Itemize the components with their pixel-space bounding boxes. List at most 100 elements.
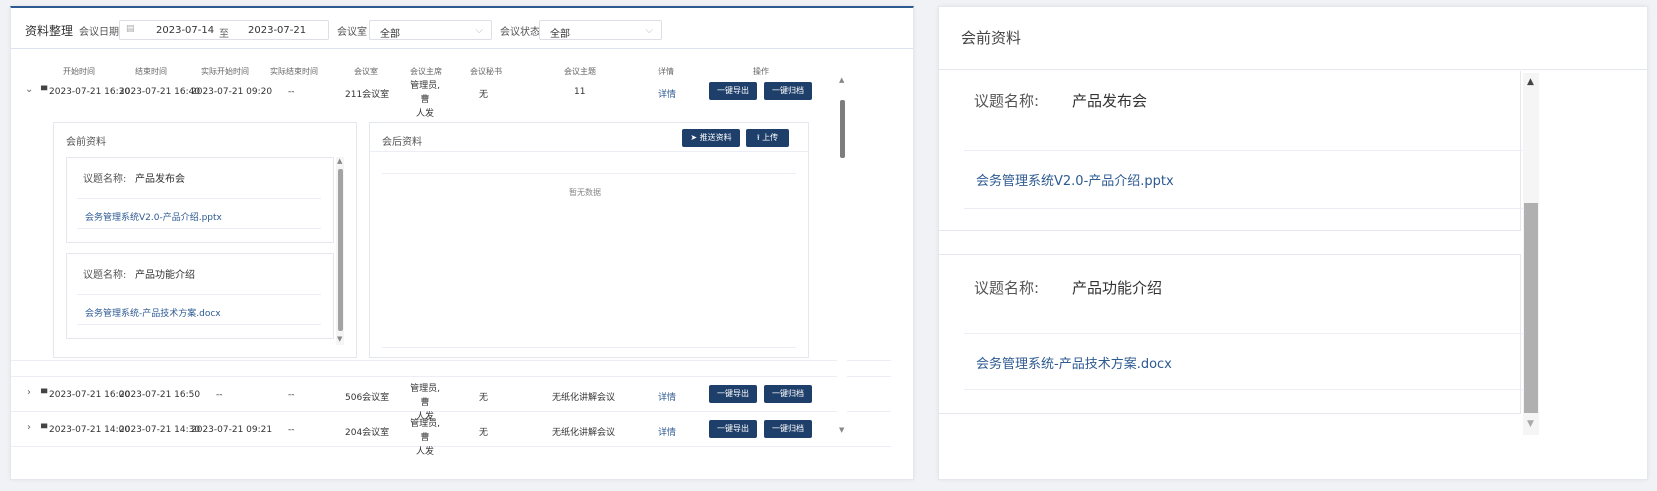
agenda-item: 议题名称: 产品功能介绍 会务管理系统-产品技术方案.docx	[939, 254, 1528, 414]
table-row[interactable]: ⌄ ▀ 2023-07-21 16:30 2023-07-21 16:40 20…	[11, 74, 891, 119]
divider	[77, 324, 321, 325]
scroll-thumb[interactable]	[1524, 203, 1538, 413]
chevron-down-icon[interactable]: ⌄	[25, 84, 33, 95]
agenda-name: 产品发布会	[135, 174, 185, 185]
detail-link[interactable]: 详情	[658, 425, 676, 438]
zoom-scrollbar[interactable]: ▲ ▼	[1523, 73, 1539, 435]
file-link[interactable]: 会务管理系统-产品技术方案.docx	[85, 306, 221, 319]
cell-actual-end: --	[288, 390, 295, 400]
cell-chair-line1: 管理员,曹	[410, 419, 440, 443]
room-select[interactable]: 全部 ⌵	[369, 20, 492, 40]
archive-button[interactable]: 一键归档	[764, 82, 812, 100]
pre-meeting-title: 会前资料	[66, 137, 106, 148]
date-end[interactable]: 2023-07-21	[248, 25, 306, 36]
cell-secretary: 无	[479, 393, 489, 403]
export-button[interactable]: 一键导出	[709, 420, 757, 438]
push-materials-label: 推送资料	[699, 133, 732, 142]
table-row[interactable]: › ▀ 2023-07-21 16:00 2023-07-21 16:50 --…	[11, 376, 891, 422]
status-label: 会议状态	[500, 27, 540, 38]
agenda-label: 议题名称:	[974, 279, 1040, 297]
monitor-icon: ▀	[41, 424, 48, 433]
date-range-picker[interactable]: ▤ 2023-07-14 至 2023-07-21	[119, 20, 329, 40]
date-separator: 至	[219, 29, 229, 40]
table-row[interactable]: › ▀ 2023-07-21 14:00 2023-07-21 14:30 20…	[11, 412, 891, 457]
room-label: 会议室	[337, 27, 367, 38]
scroll-up-icon[interactable]: ▲	[1527, 77, 1534, 87]
cell-topic: 无纸化讲解会议	[552, 393, 616, 403]
cell-actual-start: --	[216, 390, 223, 400]
cell-chair-line1: 管理员,曹	[410, 81, 440, 105]
divider	[77, 294, 321, 295]
pre-meeting-zoom-card: 会前资料 议题名称: 产品发布会 会务管理系统V2.0-产品介绍.pptx 议题…	[938, 6, 1648, 480]
status-select-value: 全部	[550, 29, 570, 40]
detail-link[interactable]: 详情	[658, 87, 676, 100]
divider	[964, 208, 1528, 209]
send-icon: ➤	[690, 133, 700, 142]
file-link[interactable]: 会务管理系统-产品技术方案.docx	[976, 353, 1172, 372]
export-button[interactable]: 一键导出	[709, 385, 757, 403]
chevron-right-icon[interactable]: ›	[27, 422, 31, 433]
scroll-down-icon[interactable]: ▼	[839, 426, 844, 434]
post-meeting-panel: 会后资料 ➤ 推送资料 ⭱ 上传 暂无数据	[369, 122, 809, 358]
scroll-thumb[interactable]	[840, 100, 845, 158]
file-link[interactable]: 会务管理系统V2.0-产品介绍.pptx	[976, 170, 1174, 189]
meeting-materials-card: 资料整理 会议日期 ▤ 2023-07-14 至 2023-07-21 会议室 …	[10, 6, 914, 480]
agenda-name: 产品功能介绍	[135, 270, 195, 281]
pre-meeting-panel: 会前资料 议题名称: 产品发布会 会务管理系统V2.0-产品介绍.pptx 议题…	[53, 122, 357, 358]
archive-button[interactable]: 一键归档	[764, 385, 812, 403]
scroll-up-icon[interactable]: ▲	[839, 76, 844, 84]
cell-room: 506会议室	[345, 393, 390, 403]
cell-topic: 11	[574, 87, 586, 97]
cell-chair-line2: 人发	[415, 447, 434, 457]
zoom-header: 会前资料	[939, 7, 1647, 70]
agenda-label: 议题名称:	[83, 270, 127, 281]
push-materials-button[interactable]: ➤ 推送资料	[682, 129, 740, 147]
zoom-title: 会前资料	[961, 29, 1022, 47]
cell-actual-start: 2023-07-21 09:21	[191, 425, 273, 435]
pre-panel-scrollbar[interactable]: ▲ ▼	[336, 157, 344, 345]
cell-topic: 无纸化讲解会议	[552, 428, 616, 438]
page-title: 资料整理	[25, 24, 74, 38]
divider	[382, 347, 796, 348]
cell-chair: 管理员,曹人发	[406, 417, 444, 459]
post-meeting-title: 会后资料	[382, 137, 422, 148]
agenda-name: 产品发布会	[1072, 92, 1148, 110]
cell-end: 2023-07-21 16:50	[119, 390, 201, 400]
cell-start: 2023-07-21 14:00	[49, 425, 131, 435]
archive-button[interactable]: 一键归档	[764, 420, 812, 438]
agenda-name: 产品功能介绍	[1072, 279, 1163, 297]
date-start[interactable]: 2023-07-14	[156, 25, 214, 36]
divider	[370, 151, 808, 152]
calendar-icon: ▤	[126, 24, 135, 34]
upload-label: 上传	[762, 133, 779, 142]
cell-actual-start: 2023-07-21 09:20	[191, 87, 273, 97]
chevron-right-icon[interactable]: ›	[27, 387, 31, 398]
filter-bar: 资料整理 会议日期 ▤ 2023-07-14 至 2023-07-21 会议室 …	[11, 8, 913, 49]
upload-button[interactable]: ⭱ 上传	[746, 129, 789, 147]
scroll-down-icon[interactable]: ▼	[1527, 419, 1534, 429]
cell-actual-end: --	[288, 425, 295, 435]
scroll-thumb[interactable]	[338, 169, 343, 331]
divider	[964, 389, 1528, 390]
cell-actual-end: --	[288, 87, 295, 97]
divider	[964, 333, 1528, 334]
monitor-icon: ▀	[41, 86, 48, 95]
cell-chair-line1: 管理员,曹	[410, 384, 440, 408]
scroll-down-icon[interactable]: ▼	[337, 335, 342, 343]
cell-room: 204会议室	[345, 428, 390, 438]
file-link[interactable]: 会务管理系统V2.0-产品介绍.pptx	[85, 210, 222, 223]
empty-text: 暂无数据	[569, 188, 601, 197]
scroll-up-icon[interactable]: ▲	[337, 157, 342, 165]
cell-start: 2023-07-21 16:00	[49, 390, 131, 400]
detail-link[interactable]: 详情	[658, 390, 676, 403]
table-scrollbar[interactable]: ▲ ▼	[837, 76, 847, 438]
divider	[382, 173, 796, 174]
agenda-item: 议题名称: 产品发布会 会务管理系统V2.0-产品介绍.pptx	[66, 157, 334, 243]
status-select[interactable]: 全部 ⌵	[539, 20, 662, 40]
divider	[77, 228, 321, 229]
agenda-item: 议题名称: 产品发布会 会务管理系统V2.0-产品介绍.pptx	[939, 71, 1528, 231]
cell-start: 2023-07-21 16:30	[49, 87, 131, 97]
date-label: 会议日期	[79, 27, 119, 38]
chevron-down-icon: ⌵	[645, 25, 653, 36]
export-button[interactable]: 一键导出	[709, 82, 757, 100]
